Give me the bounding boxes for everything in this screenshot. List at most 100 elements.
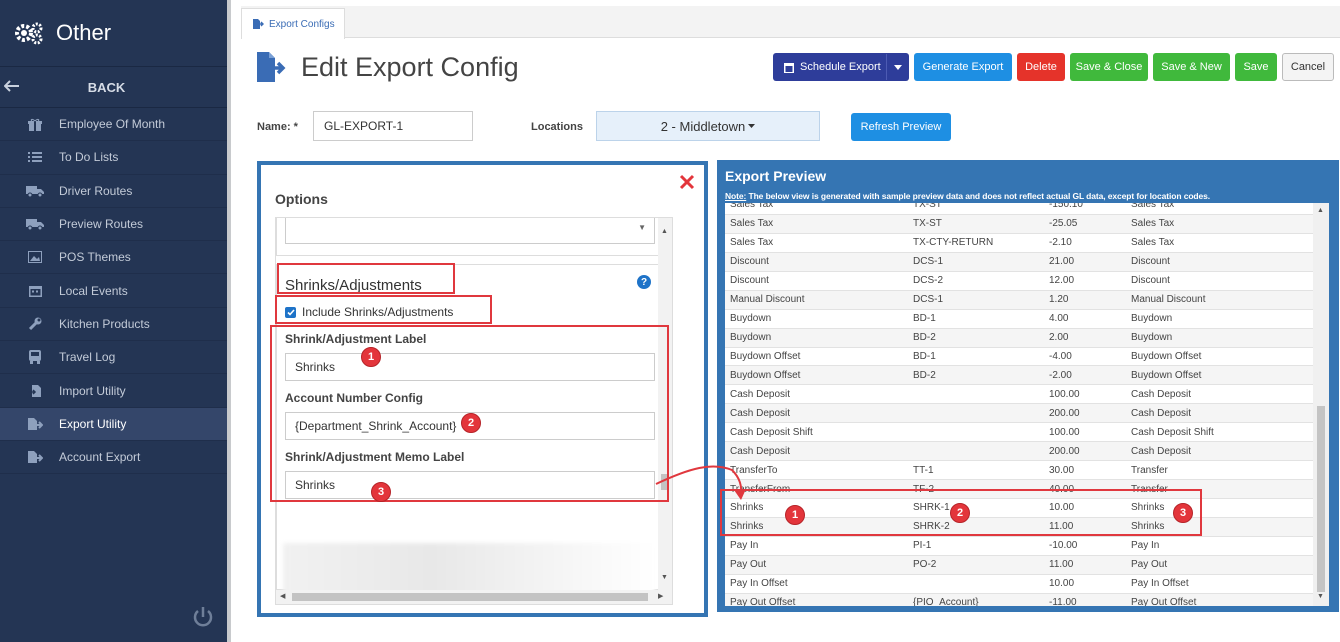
schedule-export-button[interactable]: Schedule Export <box>773 53 909 81</box>
sidebar-item-travel-log[interactable]: Travel Log <box>0 341 227 375</box>
scroll-down-icon[interactable]: ▼ <box>1317 593 1324 600</box>
image-icon <box>26 250 44 264</box>
sidebar-item-export-utility[interactable]: Export Utility <box>0 407 227 441</box>
sidebar-item-label: Driver Routes <box>59 183 133 198</box>
sidebar-item-preview-routes[interactable]: Preview Routes <box>0 208 227 242</box>
tab-export-configs[interactable]: Export Configs <box>241 8 345 39</box>
account-number-input[interactable] <box>285 412 655 440</box>
table-cell: Sales Tax <box>1131 203 1175 211</box>
sidebar-item-import-utility[interactable]: Import Utility <box>0 374 227 408</box>
options-horizontal-scrollbar[interactable]: ◀ ▶ <box>276 590 672 604</box>
cancel-button[interactable]: Cancel <box>1282 53 1334 81</box>
page-header: Edit Export Config <box>253 50 519 84</box>
table-cell: Cash Deposit <box>1131 445 1192 457</box>
scroll-thumb[interactable] <box>292 593 648 601</box>
table-row: Discount DCS-1 21.00 Discount <box>725 252 1313 272</box>
name-input[interactable] <box>313 111 473 141</box>
sidebar-item-to-do-lists[interactable]: To Do Lists <box>0 141 227 175</box>
table-cell: Transfer <box>1131 483 1168 495</box>
table-cell: Sales Tax <box>1131 237 1175 249</box>
config-form-row: Name: * Locations 2 - Middletown Refresh… <box>253 111 953 143</box>
table-cell: -25.05 <box>1049 218 1078 230</box>
table-row: Pay Out PO-2 11.00 Pay Out <box>725 555 1313 575</box>
save-button[interactable]: Save <box>1235 53 1277 81</box>
scroll-left-icon[interactable]: ◀ <box>280 592 285 600</box>
help-icon[interactable]: ? <box>637 275 651 289</box>
scroll-up-icon[interactable]: ▲ <box>661 228 668 235</box>
table-row: Shrinks SHRK-2 11.00 Shrinks <box>725 517 1313 537</box>
save-close-button[interactable]: Save & Close <box>1070 53 1148 81</box>
table-cell: Buydown <box>1131 332 1173 344</box>
shrink-label-input[interactable] <box>285 353 655 381</box>
table-cell: Pay Out <box>1131 559 1168 571</box>
calendar-icon <box>26 284 44 298</box>
table-cell: Pay Out Offset <box>730 597 796 606</box>
generate-export-button[interactable]: Generate Export <box>914 53 1012 81</box>
table-cell: Buydown Offset <box>730 350 801 362</box>
tab-label: Export Configs <box>269 18 335 30</box>
sidebar-item-driver-routes[interactable]: Driver Routes <box>0 175 227 208</box>
note-prefix: Note: <box>725 191 747 201</box>
shrink-label-label: Shrink/Adjustment Label <box>285 332 427 346</box>
scroll-thumb[interactable] <box>661 474 669 490</box>
close-icon[interactable] <box>678 173 696 191</box>
preview-scrollbar[interactable]: ▲ ▼ <box>1313 203 1329 606</box>
sidebar-item-account-export[interactable]: Account Export <box>0 441 227 475</box>
preview-title: Export Preview <box>725 168 827 184</box>
include-shrinks-checkbox[interactable]: Include Shrinks/Adjustments <box>285 305 453 319</box>
location-value: 2 - Middletown <box>660 118 746 134</box>
sidebar-item-pos-themes[interactable]: POS Themes <box>0 241 227 275</box>
back-button[interactable]: BACK <box>0 66 227 108</box>
table-cell: 10.00 <box>1049 578 1075 590</box>
refresh-preview-button[interactable]: Refresh Preview <box>851 113 951 141</box>
preview-table[interactable]: Sales Tax TX-ST -150.10 Sales Tax Sales Tax T… <box>725 203 1313 606</box>
table-cell: TX-CTY-RETURN <box>913 237 994 249</box>
caret-down-icon <box>893 64 902 70</box>
table-row: TransferTo TT-1 30.00 Transfer <box>725 461 1313 481</box>
locations-label: Locations <box>531 121 583 133</box>
scroll-right-icon[interactable]: ▶ <box>658 592 663 600</box>
table-cell: 1.20 <box>1049 294 1069 306</box>
table-cell: 200.00 <box>1049 407 1080 419</box>
table-cell: 10.00 <box>1049 502 1075 514</box>
sidebar-item-label: Import Utility <box>59 383 126 398</box>
table-cell: 2.00 <box>1049 332 1069 344</box>
table-cell: TT-1 <box>913 464 934 476</box>
sidebar-item-employee-of-month[interactable]: Employee Of Month <box>0 108 227 142</box>
sidebar-header: Other <box>0 0 227 66</box>
schedule-dropdown-toggle[interactable] <box>886 54 908 80</box>
memo-label-input[interactable] <box>285 471 655 499</box>
scroll-up-icon[interactable]: ▲ <box>1317 207 1324 214</box>
sidebar-item-local-events[interactable]: Local Events <box>0 274 227 308</box>
table-row: Sales Tax TX-ST -150.10 Sales Tax <box>725 203 1313 215</box>
wrench-icon <box>26 317 44 331</box>
scroll-thumb[interactable] <box>1317 406 1325 592</box>
memo-label-label: Shrink/Adjustment Memo Label <box>285 450 465 464</box>
import-icon <box>26 384 44 398</box>
previous-option-select[interactable]: ▼ <box>285 218 655 244</box>
sidebar-item-label: Export Utility <box>59 416 127 431</box>
table-cell: SHRK-2 <box>913 521 950 533</box>
table-row: Shrinks SHRK-1 10.00 Shrinks <box>725 499 1313 518</box>
name-label: Name: * <box>257 121 298 133</box>
table-row: Cash Deposit 200.00 Cash Deposit <box>725 404 1313 424</box>
sidebar-item-kitchen-products[interactable]: Kitchen Products <box>0 308 227 342</box>
table-cell: DCS-1 <box>913 294 944 306</box>
table-cell: Manual Discount <box>1131 294 1206 306</box>
options-vertical-scrollbar[interactable]: ▲ ▼ <box>658 218 672 590</box>
table-cell: Discount <box>1131 275 1170 287</box>
sidebar-item-label: POS Themes <box>59 250 131 265</box>
schedule-label: Schedule Export <box>800 61 881 73</box>
power-icon[interactable] <box>190 604 216 630</box>
table-cell: Discount <box>730 256 769 268</box>
delete-button[interactable]: Delete <box>1017 53 1065 81</box>
scroll-down-icon[interactable]: ▼ <box>661 574 668 581</box>
back-label: BACK <box>87 79 126 95</box>
include-shrinks-label: Include Shrinks/Adjustments <box>302 305 454 319</box>
locations-select[interactable]: 2 - Middletown <box>596 111 820 141</box>
options-scroll-area[interactable]: ▼ Shrinks/Adjustments ? Include Shrinks/… <box>275 217 673 605</box>
table-cell: Cash Deposit <box>1131 388 1192 400</box>
table-cell: 40.00 <box>1049 483 1075 495</box>
save-new-button[interactable]: Save & New <box>1153 53 1230 81</box>
table-row: Cash Deposit 100.00 Cash Deposit <box>725 385 1313 405</box>
